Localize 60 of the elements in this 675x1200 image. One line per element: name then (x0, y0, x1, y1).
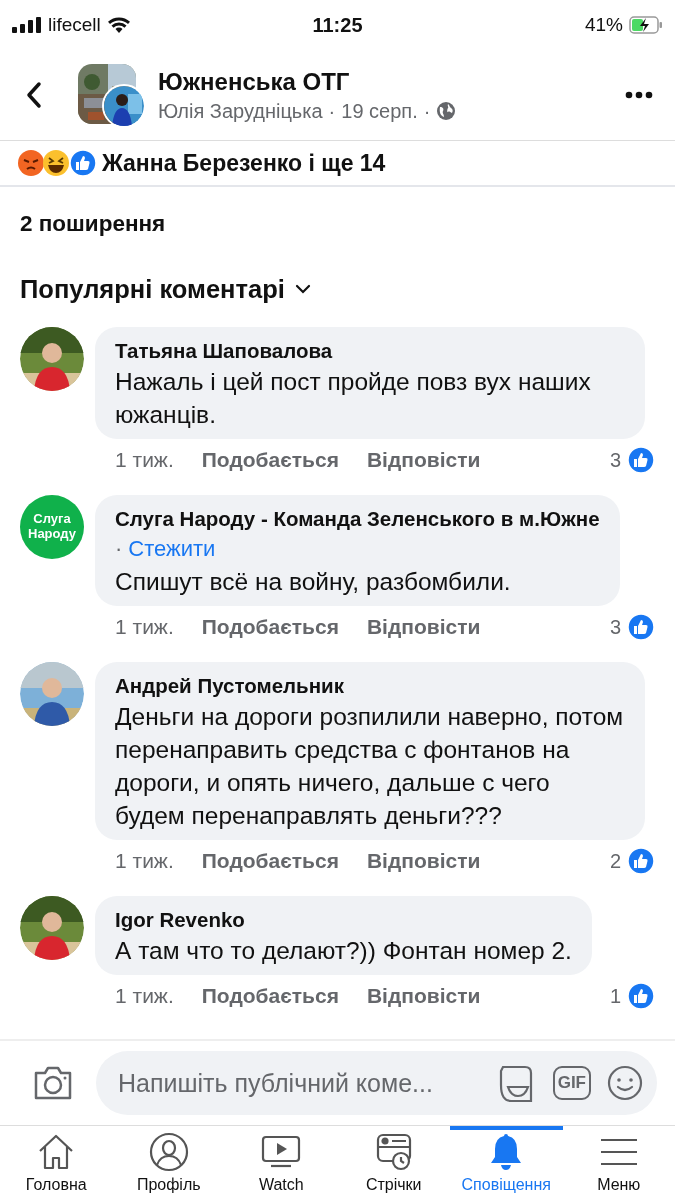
shares-count[interactable]: 2 поширення (20, 211, 166, 237)
battery-percent: 41% (584, 14, 623, 36)
signal-icon (12, 17, 42, 33)
nav-tab[interactable]: Watch (225, 1126, 338, 1200)
camera-icon[interactable] (32, 1065, 74, 1101)
commenter-name[interactable]: Слуга Народу - Команда Зеленського в м.Южне (115, 507, 600, 530)
commenter-name[interactable]: Андрей Пустомельник (115, 674, 344, 697)
wifi-icon (106, 16, 131, 34)
like-icon (627, 847, 655, 875)
like-count: 3 (609, 615, 621, 639)
commenter-name[interactable]: Igor Revenko (115, 908, 245, 931)
nav-tab[interactable]: Профіль (112, 1126, 225, 1200)
comment-text: Нажаль і цей пост пройде повз вух наших южанців. (115, 367, 592, 430)
sort-label[interactable]: Популярні коментарі (20, 274, 285, 304)
page-title[interactable]: Южненська ОТГ (158, 67, 625, 96)
commenter-name[interactable]: Татьяна Шаповалова (115, 339, 333, 362)
reply-link[interactable]: Відповісти (366, 615, 481, 639)
separator: · (328, 99, 336, 123)
post-date[interactable]: 19 серп. (341, 99, 418, 123)
comment-time: 1 тиж. (115, 849, 174, 873)
reply-link[interactable]: Відповісти (366, 984, 481, 1008)
reply-link[interactable]: Відповісти (366, 448, 481, 472)
nav-tab[interactable]: Сповіщення (450, 1126, 563, 1200)
like-link[interactable]: Подобається (201, 849, 339, 873)
nav-tab[interactable]: Стрічки (337, 1126, 450, 1200)
like-link[interactable]: Подобається (201, 448, 339, 472)
reaction-icons[interactable] (18, 149, 98, 177)
comment-text: А там что то делают?)) Фонтан номер 2. (115, 936, 572, 966)
back-icon[interactable] (26, 81, 42, 109)
like-icon (627, 446, 655, 474)
follow-link[interactable]: Стежити (128, 533, 216, 565)
comment-time: 1 тиж. (115, 984, 174, 1008)
comment-time: 1 тиж. (115, 448, 174, 472)
like-link[interactable]: Подобається (201, 984, 339, 1008)
like-link[interactable]: Подобається (201, 615, 339, 639)
separator: · (115, 535, 123, 563)
reactions-text[interactable]: Жанна Березенко і ще 14 (102, 149, 386, 177)
battery-icon (629, 16, 663, 34)
like-count: 3 (609, 448, 621, 472)
clock: 11:25 (312, 13, 363, 37)
globe-icon (436, 101, 457, 121)
profile-icon (148, 1132, 189, 1172)
carrier: lifecell (48, 14, 101, 36)
like-count: 1 (609, 984, 621, 1008)
like-count: 2 (609, 849, 621, 873)
nav-tab[interactable]: Меню (562, 1126, 675, 1200)
comment-text: Деньги на дороги розпилили наверно, потом перенаправить средства с фонтанов на дороги, и опять ничего, дальше с чего будем перенаправлять деньги??? (115, 702, 625, 831)
gif-button[interactable]: GIF (552, 1066, 591, 1100)
emoji-icon[interactable] (607, 1065, 643, 1101)
like-icon (627, 982, 655, 1010)
separator: · (423, 99, 431, 123)
like-icon (627, 613, 655, 641)
nav-tab[interactable]: Головна (0, 1126, 113, 1200)
more-icon[interactable] (625, 91, 653, 99)
chevron-down-icon[interactable] (294, 284, 311, 294)
comment-field[interactable]: Напишіть публічний коме... GIF (96, 1051, 657, 1115)
comment-text: Спишут всё на войну, разбомбили. (115, 567, 512, 597)
author-name[interactable]: Юлія Зарудніцька (158, 99, 323, 123)
comment-time: 1 тиж. (115, 615, 174, 639)
reply-link[interactable]: Відповісти (366, 849, 481, 873)
